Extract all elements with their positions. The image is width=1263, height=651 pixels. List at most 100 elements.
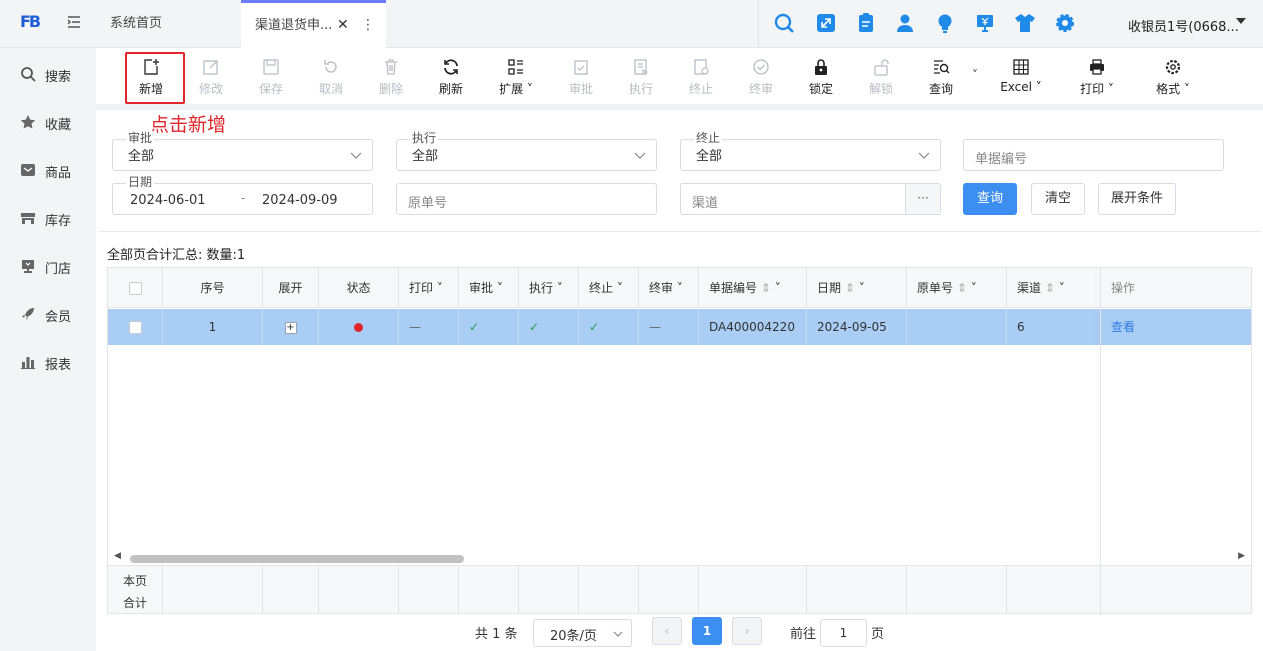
execute-button[interactable]: 执行 [616, 58, 666, 102]
query-menu-button[interactable]: 查询 [916, 58, 966, 102]
sidebar-item-member[interactable]: 会员 [18, 304, 88, 325]
channel-picker-button[interactable]: ··· [905, 184, 940, 214]
sidebar-item-goods[interactable]: 商品 [18, 160, 88, 181]
channel-input[interactable]: 渠道 ··· [680, 183, 941, 215]
approve-button[interactable]: 审批 [556, 58, 606, 102]
sidebar-item-store[interactable]: 门店 [18, 256, 88, 277]
tab-channel-return[interactable]: 渠道退货申... ✕ ⋮ [241, 0, 386, 48]
next-page-button[interactable]: › [732, 617, 762, 645]
date-range-input[interactable]: 日期 2024-06-01 - 2024-09-09 [112, 175, 373, 215]
refresh-icon [444, 59, 458, 75]
expand-row-icon[interactable]: + [284, 321, 297, 334]
expand-conditions-button[interactable]: 展开条件 [1098, 183, 1176, 215]
clear-button[interactable]: 清空 [1031, 183, 1085, 215]
grid-summary: 全部页合计汇总: 数量:1 [107, 248, 246, 263]
sidebar-item-inventory[interactable]: 库存 [18, 208, 88, 229]
col-final-review[interactable]: 终审 ˅ [639, 268, 699, 308]
save-icon [263, 59, 279, 75]
approve-filter-select[interactable]: 审批 全部 [112, 131, 373, 171]
final-review-button[interactable]: 终审 [736, 58, 786, 102]
tab-home[interactable]: 系统首页 [110, 0, 162, 48]
gear-icon[interactable] [1054, 12, 1076, 34]
scrollbar-thumb[interactable] [130, 555, 464, 563]
col-date[interactable]: 日期 ⇕ ˅ [807, 268, 907, 308]
date-end[interactable]: 2024-09-09 [262, 193, 338, 208]
sidebar-item-favorites[interactable]: 收藏 [18, 112, 88, 133]
undo-icon [324, 60, 337, 73]
close-icon[interactable]: ✕ [337, 3, 349, 48]
terminate-filter-select[interactable]: 终止 全部 [680, 131, 941, 171]
cell-execute: ✓ [519, 309, 579, 345]
query-button[interactable]: 查询 [963, 183, 1017, 215]
table-row[interactable]: 1 + — ✓ ✓ ✓ — DA400004220 2024-09-05 6 查… [108, 309, 1251, 345]
table-icon [1013, 59, 1029, 75]
sort-icon[interactable]: ⇕ [845, 281, 855, 295]
col-execute[interactable]: 执行 ˅ [519, 268, 579, 308]
col-terminate[interactable]: 终止 ˅ [579, 268, 639, 308]
scroll-right-icon[interactable]: ▶ [1238, 551, 1245, 561]
execute-filter-select[interactable]: 执行 全部 [396, 131, 657, 171]
col-channel[interactable]: 渠道 ⇕ ˅ [1007, 268, 1101, 308]
cell-terminate: ✓ [579, 309, 639, 345]
extend-button[interactable]: 扩展 ˅ [491, 58, 541, 102]
horizontal-scrollbar[interactable]: ◀ ▶ [108, 551, 1251, 565]
lock-button[interactable]: 锁定 [796, 58, 846, 102]
row-checkbox[interactable] [128, 321, 142, 334]
search-icon[interactable] [773, 12, 795, 34]
original-number-input[interactable]: 原单号 [396, 183, 657, 215]
sort-icon[interactable]: ⇕ [761, 281, 771, 295]
col-print[interactable]: 打印 ˅ [399, 268, 459, 308]
unlock-button[interactable]: 解锁 [856, 58, 906, 102]
caret-down-icon[interactable] [1236, 18, 1246, 24]
footer-cell [1007, 566, 1101, 614]
col-original-number[interactable]: 原单号 ⇕ ˅ [907, 268, 1007, 308]
cell-original-number [907, 309, 1007, 345]
user-icon[interactable] [894, 12, 916, 34]
edit-icon [203, 60, 218, 75]
query-dropdown-caret-icon[interactable]: ˅ [972, 68, 978, 82]
col-approve[interactable]: 审批 ˅ [459, 268, 519, 308]
cancel-button[interactable]: 取消 [306, 58, 356, 102]
excel-button[interactable]: Excel ˅ [996, 58, 1046, 102]
prev-page-button[interactable]: ‹ [652, 617, 682, 645]
user-menu[interactable]: 收银员1号(0668... [1128, 16, 1239, 35]
lightbulb-icon[interactable] [934, 12, 956, 34]
sort-icon[interactable]: ⇕ [1045, 281, 1055, 295]
current-page-button[interactable]: 1 [692, 617, 722, 645]
chevron-down-icon [918, 152, 930, 159]
format-button[interactable]: 格式 ˅ [1148, 58, 1198, 102]
col-doc-number[interactable]: 单据编号 ⇕ ˅ [699, 268, 807, 308]
sidebar: 搜索 收藏 商品 库存 门店 会员 报表 [0, 48, 96, 651]
sidebar-item-reports[interactable]: 报表 [18, 352, 88, 373]
cell-channel: 6 [1007, 309, 1101, 345]
print-button[interactable]: 打印 ˅ [1072, 58, 1122, 102]
select-all-checkbox[interactable] [128, 282, 142, 295]
col-seq: 序号 [163, 268, 263, 308]
bar-chart-icon [21, 357, 35, 369]
money-screen-icon[interactable] [974, 12, 996, 34]
menu-collapse-icon[interactable] [66, 14, 82, 30]
app-logo[interactable]: FB [20, 12, 42, 34]
sort-icon[interactable]: ⇕ [957, 281, 967, 295]
goods-icon [21, 164, 35, 176]
more-vertical-icon[interactable]: ⋮ [361, 3, 375, 48]
page-size-select[interactable]: 20条/页 [533, 619, 632, 647]
refresh-button[interactable]: 刷新 [426, 58, 476, 102]
doc-number-input[interactable]: 单据编号 [963, 139, 1224, 171]
date-start[interactable]: 2024-06-01 [130, 193, 206, 208]
clipboard-icon[interactable] [855, 12, 877, 34]
delete-button[interactable]: 删除 [366, 58, 416, 102]
save-button[interactable]: 保存 [246, 58, 296, 102]
terminate-button[interactable]: 终止 [676, 58, 726, 102]
chevron-down-icon [634, 152, 646, 159]
expand-icon[interactable] [815, 12, 837, 34]
annotation-text: 点击新增 [150, 114, 227, 136]
view-link[interactable]: 查看 [1101, 309, 1251, 345]
sidebar-item-search[interactable]: 搜索 [18, 64, 88, 85]
cell-doc-number: DA400004220 [699, 309, 807, 345]
edit-button[interactable]: 修改 [186, 58, 236, 102]
goto-page-input[interactable]: 1 [820, 619, 867, 647]
scroll-left-icon[interactable]: ◀ [114, 551, 121, 561]
new-button-highlight [125, 52, 185, 104]
shirt-icon[interactable] [1014, 12, 1036, 34]
